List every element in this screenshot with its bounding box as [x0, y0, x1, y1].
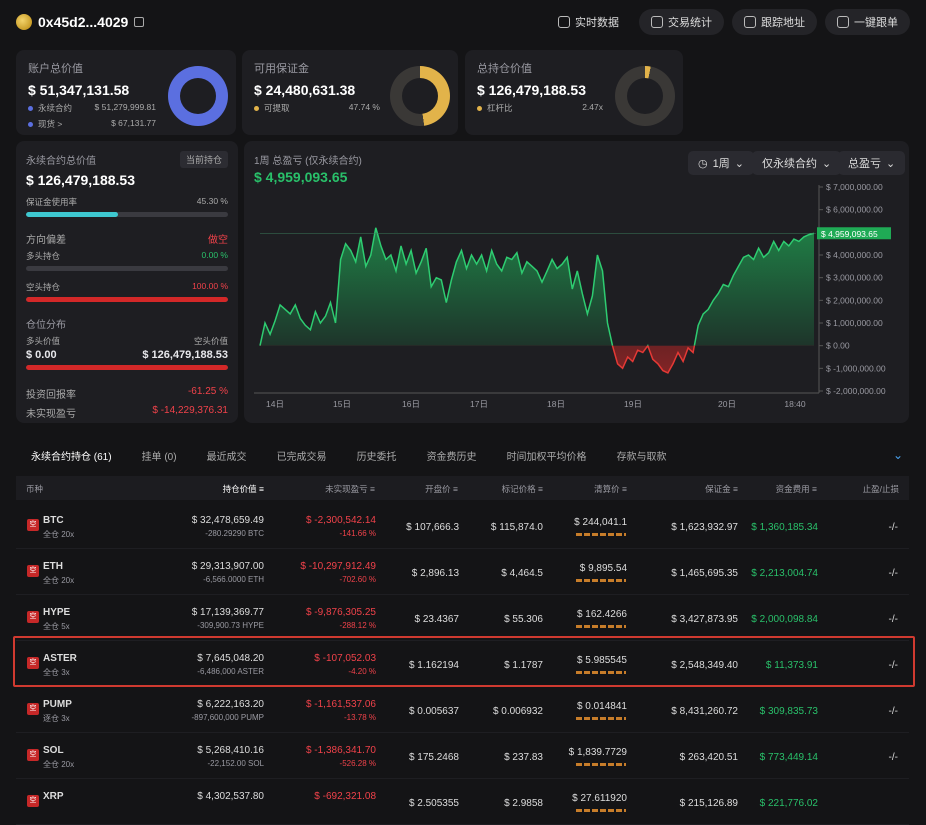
short-badge-icon: 空 [27, 565, 39, 577]
y-tick-label: $ 7,000,000.00 [826, 182, 883, 192]
refresh-icon [558, 16, 570, 28]
tab-twap[interactable]: 时间加权平均价格 [492, 448, 602, 463]
liq-risk-meter [576, 763, 626, 766]
short-badge-icon: 空 [27, 749, 39, 761]
liq-risk-meter [576, 625, 626, 628]
margin-usage-bar [26, 212, 228, 217]
table-header: 币种 持仓价值 ≡ 未实现盈亏 ≡ 开盘价 ≡ 标记价格 ≡ 清算价 ≡ 保证金… [16, 476, 909, 500]
tab-completed-trades[interactable]: 已完成交易 [262, 448, 342, 463]
sort-open-price[interactable]: 开盘价 ≡ [425, 483, 458, 495]
tab-recent-fills[interactable]: 最近成交 [192, 448, 262, 463]
monitor-icon [744, 16, 756, 28]
x-tick-label: 16日 [402, 399, 420, 409]
sort-funding[interactable]: 资金费用 ≡ [776, 483, 817, 495]
sort-mark-price[interactable]: 标记价格 ≡ [502, 483, 543, 495]
table-row[interactable]: 空 HYPE 全仓 5x $ 17,139,369.77 -309,900.73… [16, 595, 909, 641]
table-row[interactable]: 空 XRP $ 4,302,537.80 $ -692,321.08 $ 2.5… [16, 779, 909, 825]
account-value-card: 账户总价值 $ 51,347,131.58 永续合约 $ 51,279,999.8… [16, 50, 236, 135]
tab-bar: 永续合约持仓 (61) 挂单 (0) 最近成交 已完成交易 历史委托 资金费历史… [16, 440, 909, 470]
direction-short: 做空 [208, 235, 228, 246]
liq-risk-meter [576, 533, 626, 536]
top-bar: 0x45d2...4029 实时数据 交易统计 跟踪地址 一键跟单 [0, 0, 926, 44]
x-tick-label: 14日 [266, 399, 284, 409]
short-badge-icon: 空 [27, 519, 39, 531]
position-value-card: 总持仓价值 $ 126,479,188.53 杠杆比 2.47x [465, 50, 683, 135]
pnl-chart-card: 1周 总盈亏 (仅永续合约) $ 4,959,093.65 ◷ 1周 ⌄ 仅永续合约… [244, 141, 909, 423]
tab-perp-positions[interactable]: 永续合约持仓 (61) [16, 448, 127, 463]
realtime-data-button[interactable]: 实时数据 [546, 9, 631, 35]
available-margin-card: 可用保证金 $ 24,480,631.38 可提取 47.74 % [242, 50, 458, 135]
x-tick-label: 18日 [547, 399, 565, 409]
short-badge-icon: 空 [27, 703, 39, 715]
x-tick-label: 15日 [333, 399, 351, 409]
short-badge-icon: 空 [27, 795, 39, 807]
sort-upnl[interactable]: 未实现盈亏 ≡ [325, 483, 375, 495]
table-row[interactable]: 空 SOL 全仓 20x $ 5,268,410.16 -22,152.00 S… [16, 733, 909, 779]
short-bar [26, 297, 228, 302]
y-tick-label: $ 1,000,000.00 [826, 318, 883, 328]
highlight-box [13, 636, 915, 687]
tab-funding-history[interactable]: 资金费历史 [412, 448, 492, 463]
y-tick-label: $ -2,000,000.00 [826, 386, 886, 396]
copy-trade-button[interactable]: 一键跟单 [825, 9, 910, 35]
margin-donut [390, 66, 450, 126]
tab-deposits[interactable]: 存款与取款 [602, 448, 682, 463]
tab-order-history[interactable]: 历史委托 [342, 448, 412, 463]
liq-risk-meter [576, 579, 626, 582]
distribution-bar [26, 365, 228, 370]
copy-icon[interactable] [134, 17, 145, 27]
stats-icon [651, 16, 663, 28]
table-row[interactable]: 空 ETH 全仓 20x $ 29,313,907.00 -6,566.0000… [16, 549, 909, 595]
y-tick-label: $ 2,000,000.00 [826, 295, 883, 305]
spot-link[interactable]: 现货 > [28, 118, 62, 130]
pnl-area-chart: $ 7,000,000.00$ 6,000,000.00$ 5,000,000.… [254, 182, 891, 409]
y-tick-label: $ 4,000,000.00 [826, 250, 883, 260]
wallet-address: 0x45d2...4029 [38, 14, 129, 30]
y-tick-label: $ 0.00 [826, 341, 850, 351]
current-value-tag-label: $ 4,959,093.65 [821, 229, 878, 239]
y-tick-label: $ 3,000,000.00 [826, 273, 883, 283]
x-tick-label: 18:40 [784, 399, 806, 409]
tab-open-orders[interactable]: 挂单 (0) [127, 448, 192, 463]
trade-stats-button[interactable]: 交易统计 [639, 9, 724, 35]
current-position-badge[interactable]: 当前持仓 [179, 151, 228, 168]
short-badge-icon: 空 [27, 611, 39, 623]
y-tick-label: $ -1,000,000.00 [826, 363, 886, 373]
liq-risk-meter [576, 809, 626, 812]
x-tick-label: 17日 [470, 399, 488, 409]
y-tick-label: $ 6,000,000.00 [826, 205, 883, 215]
perp-summary-card: 永续合约总价值 当前持仓 $ 126,479,188.53 保证金使用率 45.3… [16, 141, 238, 423]
table-row[interactable]: 空 BTC 全仓 20x $ 32,478,659.49 -280.29290 … [16, 503, 909, 549]
sort-margin[interactable]: 保证金 ≡ [705, 483, 738, 495]
sort-liq-price[interactable]: 清算价 ≡ [594, 483, 627, 495]
avatar [16, 14, 32, 30]
copy-trade-icon [837, 16, 849, 28]
leverage-donut [615, 66, 675, 126]
collapse-chevron-icon[interactable]: ⌄ [893, 448, 903, 462]
table-row[interactable]: 空 PUMP 逐仓 3x $ 6,222,163.20 -897,600,000… [16, 687, 909, 733]
track-address-button[interactable]: 跟踪地址 [732, 9, 817, 35]
x-tick-label: 19日 [624, 399, 642, 409]
sort-position-value[interactable]: 持仓价值 ≡ [223, 483, 264, 495]
x-tick-label: 20日 [718, 399, 736, 409]
long-bar [26, 266, 228, 271]
account-donut [168, 66, 228, 126]
liq-risk-meter [576, 717, 626, 720]
